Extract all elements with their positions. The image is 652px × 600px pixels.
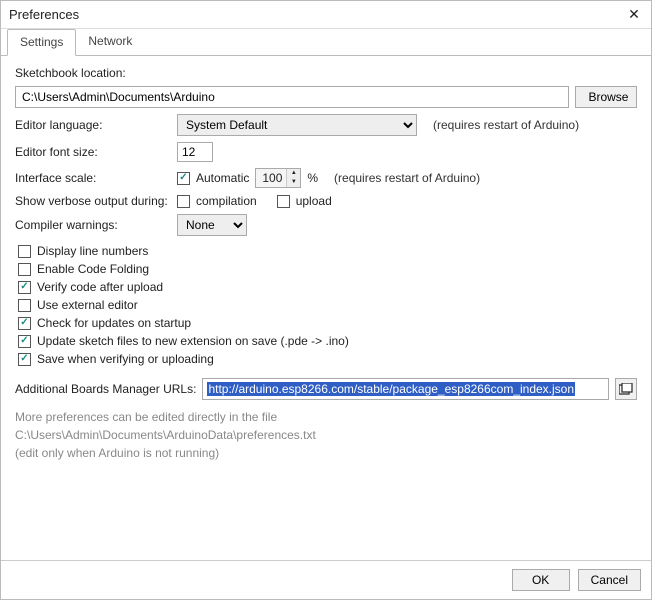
option-0: Display line numbers [15, 242, 637, 260]
content-area: Sketchbook location: Browse Editor langu… [1, 56, 651, 560]
upload-checkbox[interactable] [277, 195, 290, 208]
option-checkbox-3[interactable] [18, 299, 31, 312]
window-title: Preferences [9, 7, 79, 22]
warnings-select[interactable]: None [177, 214, 247, 236]
ok-button[interactable]: OK [512, 569, 570, 591]
option-label-1: Enable Code Folding [37, 262, 149, 276]
warnings-label: Compiler warnings: [15, 218, 171, 232]
cancel-button[interactable]: Cancel [578, 569, 641, 591]
option-label-3: Use external editor [37, 298, 138, 312]
option-label-2: Verify code after upload [37, 280, 163, 294]
scale-percent: % [307, 171, 318, 185]
tab-settings[interactable]: Settings [7, 29, 76, 56]
option-label-5: Update sketch files to new extension on … [37, 334, 349, 348]
option-checkbox-2[interactable]: ✓ [18, 281, 31, 294]
editor-language-select[interactable]: System Default [177, 114, 417, 136]
option-label-0: Display line numbers [37, 244, 148, 258]
option-checkbox-1[interactable] [18, 263, 31, 276]
preferences-window: Preferences ✕ Settings Network Sketchboo… [0, 0, 652, 600]
compilation-label: compilation [196, 194, 257, 208]
dialog-buttons: OK Cancel [1, 560, 651, 599]
option-checkbox-5[interactable]: ✓ [18, 335, 31, 348]
sketchbook-input[interactable] [15, 86, 569, 108]
option-1: Enable Code Folding [15, 260, 637, 278]
option-6: ✓ Save when verifying or uploading [15, 350, 637, 368]
sketchbook-label: Sketchbook location: [15, 66, 126, 80]
interface-scale-label: Interface scale: [15, 171, 171, 185]
option-5: ✓ Update sketch files to new extension on… [15, 332, 637, 350]
editor-language-note: (requires restart of Arduino) [433, 118, 579, 132]
option-label-4: Check for updates on startup [37, 316, 191, 330]
option-checkbox-6[interactable]: ✓ [18, 353, 31, 366]
browse-button[interactable]: Browse [575, 86, 637, 108]
close-icon[interactable]: ✕ [623, 6, 645, 23]
expand-urls-icon[interactable] [615, 378, 637, 400]
titlebar: Preferences ✕ [1, 1, 651, 29]
compilation-checkbox[interactable] [177, 195, 190, 208]
upload-label: upload [296, 194, 332, 208]
option-3: Use external editor [15, 296, 637, 314]
chevron-up-icon[interactable]: ▲ [286, 169, 300, 178]
option-label-6: Save when verifying or uploading [37, 352, 214, 366]
font-size-input[interactable] [177, 142, 213, 162]
option-checkbox-4[interactable]: ✓ [18, 317, 31, 330]
option-4: ✓ Check for updates on startup [15, 314, 637, 332]
tab-network[interactable]: Network [76, 29, 144, 55]
automatic-checkbox[interactable]: ✓ [177, 172, 190, 185]
options-list: Display line numbers Enable Code Folding ✓… [15, 242, 637, 368]
option-checkbox-0[interactable] [18, 245, 31, 258]
scale-spinner[interactable]: 100 ▲▼ [255, 168, 301, 188]
chevron-down-icon[interactable]: ▼ [286, 178, 300, 187]
font-size-label: Editor font size: [15, 145, 171, 159]
verbose-label: Show verbose output during: [15, 194, 171, 208]
boards-url-label: Additional Boards Manager URLs: [15, 382, 196, 396]
preferences-footnote: More preferences can be edited directly … [15, 408, 637, 462]
tabs: Settings Network [1, 29, 651, 56]
option-2: ✓ Verify code after upload [15, 278, 637, 296]
boards-url-input[interactable]: http://arduino.esp8266.com/stable/packag… [202, 378, 609, 400]
automatic-label: Automatic [196, 171, 249, 185]
editor-language-label: Editor language: [15, 118, 171, 132]
scale-note: (requires restart of Arduino) [334, 171, 480, 185]
